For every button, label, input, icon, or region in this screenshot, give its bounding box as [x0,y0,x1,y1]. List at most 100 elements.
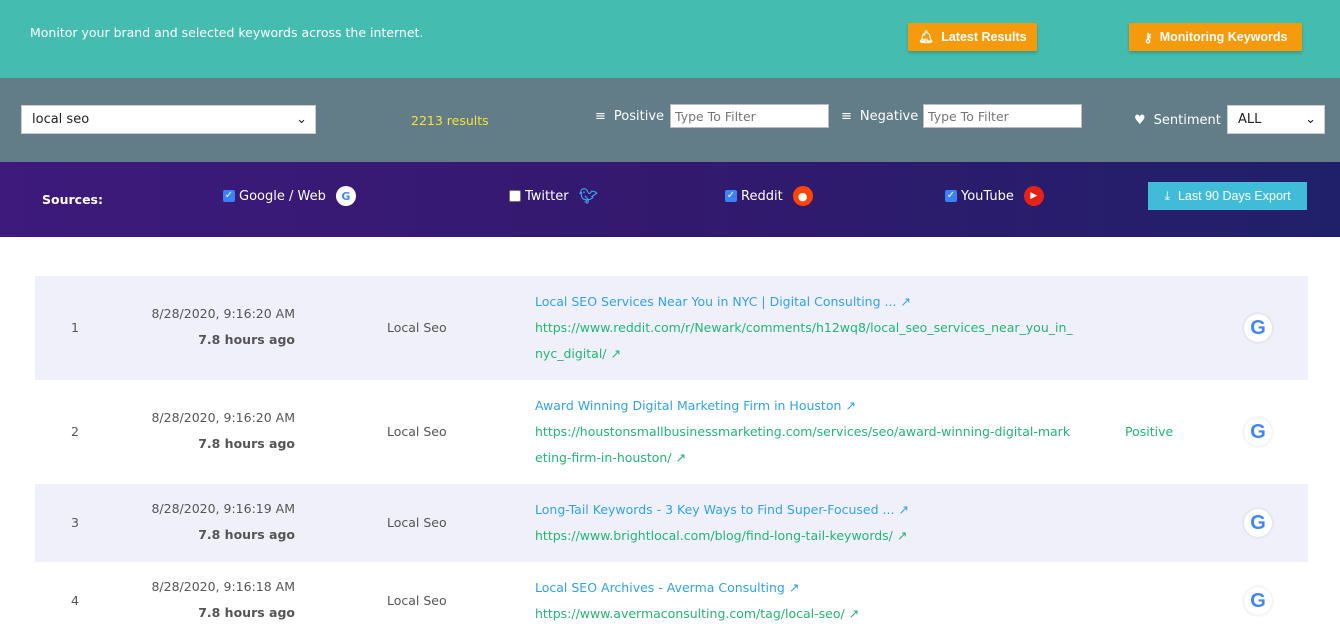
result-count-suffix: results [446,113,489,128]
result-url-link[interactable]: https://www.reddit.com/r/Newark/comments… [535,315,1075,367]
chevron-down-icon: ⌄ [1305,112,1316,127]
table-row: 2 8/28/2020, 9:16:20 AM 7.8 hours ago Loc… [35,380,1308,484]
sentiment-select[interactable]: ALL ⌄ [1227,105,1325,134]
source-twitter[interactable]: Twitter 🐦︎ [509,186,599,206]
reddit-icon: ● [792,186,813,206]
external-link-icon: ↗ [675,450,686,465]
source-youtube[interactable]: ✓ YouTube ▶ [945,186,1044,206]
source-google[interactable]: ✓ Google / Web G [223,186,356,206]
result-title: Long-Tail Keywords - 3 Key Ways to Find … [535,502,895,517]
external-link-icon: ↗ [898,502,909,517]
external-link-icon: ↗ [900,294,911,309]
result-url: https://houstonsmallbusinessmarketing.co… [535,424,1071,465]
sentiment-label-text: Sentiment [1153,113,1221,128]
latest-results-label: Latest Results [941,30,1027,44]
source-label: YouTube [961,188,1014,204]
result-url-link[interactable]: https://www.avermaconsulting.com/tag/loc… [535,601,1075,627]
result-title-link[interactable]: Long-Tail Keywords - 3 Key Ways to Find … [535,497,1075,523]
external-link-icon: ↗ [845,398,856,413]
google-icon: G [1244,314,1272,342]
row-links: Local SEO Services Near You in NYC | Dig… [535,289,1075,367]
external-link-icon: ↗ [896,528,908,543]
twitter-icon: 🐦︎ [579,187,599,205]
google-checkbox[interactable]: ✓ [223,190,235,202]
download-icon: ⤓ [1164,188,1170,203]
sentiment-badge: Positive [1125,424,1174,439]
heart-icon: ♥ [1134,113,1146,128]
row-index: 1 [71,320,79,335]
relative-time: 7.8 hours ago [198,605,295,620]
negative-label-text: Negative [859,109,919,124]
key-icon: ⚷ [1143,30,1153,45]
date-text: 8/28/2020, 9:16:18 AM [151,579,295,594]
result-title-link[interactable]: Local SEO Archives - Averma Consulting ↗ [535,575,1075,601]
filter-icon: ≡ [841,109,852,124]
chevron-down-icon: ⌄ [296,112,307,127]
result-title-link[interactable]: Award Winning Digital Marketing Firm in … [535,393,1075,419]
export-label: Last 90 Days Export [1177,189,1291,203]
table-row: 3 8/28/2020, 9:16:19 AM 7.8 hours ago Loc… [35,484,1308,562]
youtube-icon: ▶ [1023,186,1044,206]
row-date: 8/28/2020, 9:16:20 AM 7.8 hours ago [151,405,295,457]
source-label: Reddit [741,188,783,204]
sentiment-label: ♥ Sentiment [1134,113,1221,128]
source-reddit[interactable]: ✓ Reddit ● [725,186,813,206]
row-keyword: Local Seo [387,515,447,530]
row-links: Award Winning Digital Marketing Firm in … [535,393,1075,471]
row-index: 4 [71,593,79,608]
sources-label: Sources: [42,192,103,207]
monitoring-keywords-label: Monitoring Keywords [1159,30,1288,44]
result-count: 2213 results [411,113,489,128]
external-link-icon: ↗ [610,346,621,361]
youtube-checkbox[interactable]: ✓ [945,190,957,202]
external-link-icon: ↗ [848,606,860,621]
keyword-select[interactable]: local seo ⌄ [21,105,316,134]
negative-filter-input[interactable] [923,104,1082,128]
google-icon: G [1244,587,1272,615]
positive-label: ≡ Positive [595,109,664,124]
row-keyword: Local Seo [387,424,447,439]
date-text: 8/28/2020, 9:16:20 AM [151,410,295,425]
reddit-checkbox[interactable]: ✓ [725,190,737,202]
latest-results-button[interactable]: 🔔︎ Latest Results [908,23,1037,51]
export-button[interactable]: ⤓ Last 90 Days Export [1148,182,1307,210]
result-url: https://www.brightlocal.com/blog/find-lo… [535,528,893,543]
result-url: https://www.avermaconsulting.com/tag/loc… [535,606,845,621]
tagline: Monitor your brand and selected keywords… [30,25,424,40]
relative-time: 7.8 hours ago [198,332,295,347]
google-icon: G [1244,418,1272,446]
result-title: Award Winning Digital Marketing Firm in … [535,398,842,413]
header-bar: Monitor your brand and selected keywords… [0,0,1340,78]
row-index: 2 [71,424,79,439]
keyword-value: local seo [32,112,90,127]
row-keyword: Local Seo [387,320,447,335]
result-title: Local SEO Archives - Averma Consulting [535,580,785,595]
filter-bar: local seo ⌄ 2213 results ≡ Positive ≡ Negat… [0,78,1340,162]
result-url-link[interactable]: https://houstonsmallbusinessmarketing.co… [535,419,1075,471]
date-text: 8/28/2020, 9:16:19 AM [151,501,295,516]
positive-filter-input[interactable] [670,104,829,128]
filter-icon: ≡ [595,109,606,124]
result-count-number: 2213 [411,113,443,128]
sentiment-value: ALL [1238,112,1262,127]
row-keyword: Local Seo [387,593,447,608]
row-date: 8/28/2020, 9:16:19 AM 7.8 hours ago [151,496,295,548]
relative-time: 7.8 hours ago [198,527,295,542]
result-url-link[interactable]: https://www.brightlocal.com/blog/find-lo… [535,523,1075,549]
twitter-checkbox[interactable] [509,190,521,202]
row-index: 3 [71,515,79,530]
result-title: Local SEO Services Near You in NYC | Dig… [535,294,897,309]
row-links: Long-Tail Keywords - 3 Key Ways to Find … [535,497,1075,549]
sources-bar: Sources: ✓ Google / Web G Twitter 🐦︎ ✓ Reddi… [0,162,1340,237]
row-links: Local SEO Archives - Averma Consulting ↗… [535,575,1075,627]
row-date: 8/28/2020, 9:16:20 AM 7.8 hours ago [151,301,295,353]
date-text: 8/28/2020, 9:16:20 AM [151,306,295,321]
result-title-link[interactable]: Local SEO Services Near You in NYC | Dig… [535,289,1075,315]
google-icon: G [1244,509,1272,537]
relative-time: 7.8 hours ago [198,436,295,451]
negative-label: ≡ Negative [841,109,918,124]
monitoring-keywords-button[interactable]: ⚷ Monitoring Keywords [1129,23,1302,51]
source-label: Twitter [525,188,569,204]
table-row: 4 8/28/2020, 9:16:18 AM 7.8 hours ago Loc… [35,562,1308,640]
google-icon: G [335,186,356,206]
